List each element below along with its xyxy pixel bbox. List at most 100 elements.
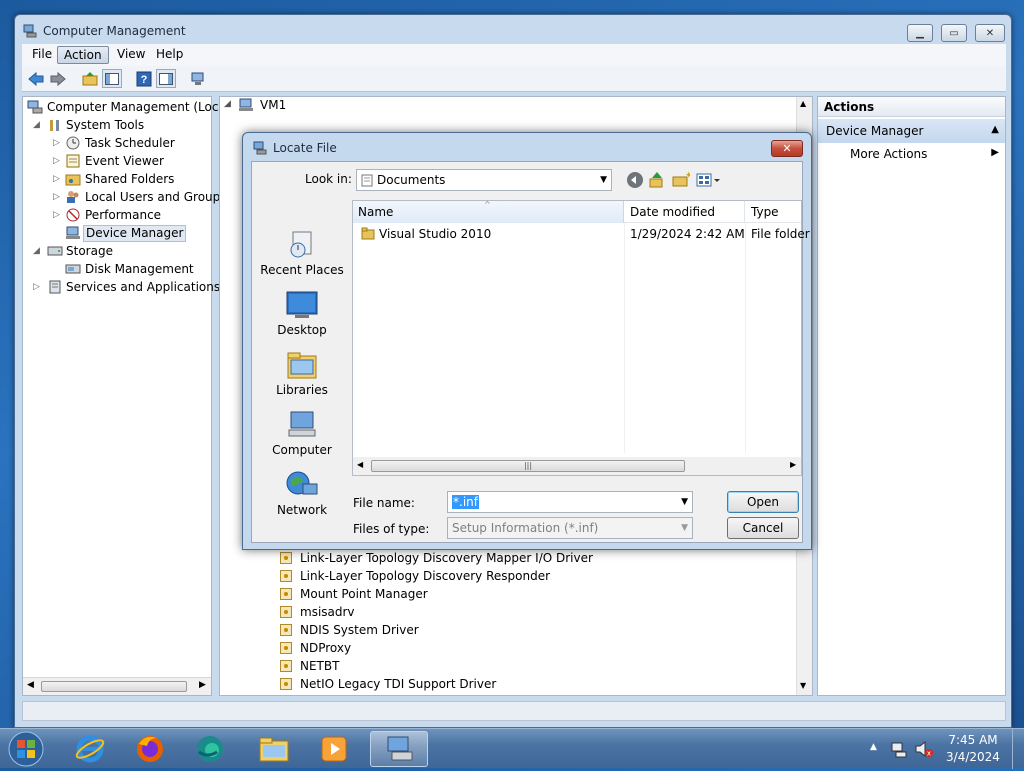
actions-header: Actions: [818, 97, 1005, 117]
dialog-close-button[interactable]: ✕: [771, 140, 803, 157]
tree-item-shared-folders[interactable]: ▷ Shared Folders: [23, 170, 211, 188]
taskbar-file-explorer[interactable]: [246, 731, 302, 767]
help-button[interactable]: ?: [134, 69, 154, 88]
menu-view[interactable]: View: [111, 46, 151, 64]
scroll-left-icon[interactable]: ◀: [27, 680, 34, 690]
taskbar-firefox[interactable]: [122, 731, 178, 767]
maximize-button[interactable]: ▭: [941, 24, 967, 42]
tree-item-task-scheduler[interactable]: ▷ Task Scheduler: [23, 134, 211, 152]
taskbar-computer-management[interactable]: [370, 731, 428, 767]
expand-arrow-icon[interactable]: ▷: [53, 152, 63, 170]
chevron-down-icon: ▼: [600, 175, 607, 185]
places-libraries[interactable]: Libraries: [254, 350, 350, 397]
scroll-left-icon[interactable]: ◀: [357, 460, 363, 469]
menu-file[interactable]: File: [26, 46, 58, 64]
taskbar-media-player[interactable]: [306, 731, 362, 767]
column-header-name[interactable]: Name ^: [353, 200, 624, 223]
show-hide-action-pane-button[interactable]: [156, 69, 176, 88]
svg-text:x: x: [927, 750, 931, 758]
open-button[interactable]: Open: [727, 491, 799, 513]
tree-item-system-tools[interactable]: ◢ System Tools: [23, 116, 211, 134]
users-icon: [65, 190, 81, 204]
file-date-cell: 1/29/2024 2:42 AM: [630, 227, 745, 241]
scroll-thumb[interactable]: [41, 681, 187, 692]
up-folder-button[interactable]: [80, 69, 100, 88]
collapse-arrow-icon[interactable]: ◢: [33, 116, 43, 134]
places-network[interactable]: Network: [254, 470, 350, 517]
windows-start-icon: [8, 731, 44, 767]
up-one-level-button[interactable]: [648, 171, 666, 189]
window-title: Computer Management: [43, 24, 186, 38]
minimize-icon: ▁: [916, 27, 924, 39]
files-of-type-label: Files of type:: [353, 522, 430, 536]
scroll-down-icon[interactable]: ▼: [800, 681, 806, 690]
show-hide-tree-button[interactable]: [102, 69, 122, 88]
column-header-date[interactable]: Date modified: [625, 201, 745, 223]
collapse-arrow-icon[interactable]: ◢: [33, 242, 43, 260]
back-nav-button[interactable]: [626, 171, 644, 189]
services-icon: [47, 280, 63, 294]
tree-label: Task Scheduler: [85, 136, 175, 150]
places-computer[interactable]: Computer: [254, 410, 350, 457]
tree-label: Event Viewer: [85, 154, 164, 168]
files-of-type-dropdown[interactable]: Setup Information (*.inf) ▼: [447, 517, 693, 539]
properties-button[interactable]: [188, 69, 208, 88]
places-recent[interactable]: Recent Places: [254, 230, 350, 277]
menu-action[interactable]: Action: [57, 46, 109, 64]
tree-item-performance[interactable]: ▷ Performance: [23, 206, 211, 224]
collapse-up-icon[interactable]: ▲: [991, 124, 999, 135]
view-menu-button[interactable]: [696, 171, 722, 189]
expand-arrow-icon[interactable]: ▷: [53, 188, 63, 206]
places-desktop[interactable]: Desktop: [254, 290, 350, 337]
file-name-label: File name:: [353, 496, 415, 510]
scroll-right-icon[interactable]: ▶: [790, 460, 796, 469]
libraries-icon: [285, 350, 319, 380]
collapse-arrow-icon[interactable]: ◢: [224, 99, 231, 109]
clock-time[interactable]: 7:45 AM: [946, 733, 1000, 747]
expand-arrow-icon[interactable]: ▷: [33, 278, 43, 296]
menu-help[interactable]: Help: [150, 46, 189, 64]
file-name-value: *.inf: [452, 495, 479, 509]
volume-muted-icon[interactable]: x: [914, 740, 934, 758]
network-tray-icon[interactable]: [890, 740, 908, 758]
scroll-right-icon[interactable]: ▶: [199, 680, 206, 690]
minimize-button[interactable]: ▁: [907, 24, 933, 42]
taskbar-internet-explorer[interactable]: [62, 731, 118, 767]
clock-date[interactable]: 3/4/2024: [946, 750, 1000, 764]
actions-section-device-manager[interactable]: Device Manager ▲: [818, 119, 1005, 143]
new-folder-button[interactable]: ✦: [672, 171, 693, 189]
actions-pane: Actions Device Manager ▲ More Actions ▶: [817, 96, 1006, 696]
tree-item-computer-management[interactable]: Computer Management (Local: [23, 98, 229, 116]
scroll-thumb[interactable]: |||: [371, 460, 685, 472]
taskbar-edge[interactable]: [182, 731, 238, 767]
chevron-down-icon[interactable]: ▼: [681, 492, 688, 512]
forward-arrow-icon: [50, 71, 66, 86]
tree-horizontal-scrollbar[interactable]: ◀ ▶: [23, 677, 211, 695]
tree-item-event-viewer[interactable]: ▷ Event Viewer: [23, 152, 211, 170]
file-list-horizontal-scrollbar[interactable]: ◀ ||| ▶: [353, 457, 801, 475]
more-actions-item[interactable]: More Actions ▶: [818, 145, 1005, 165]
tree-item-storage[interactable]: ◢ Storage: [23, 242, 211, 260]
back-button[interactable]: [26, 69, 46, 88]
scroll-up-icon[interactable]: ▲: [800, 99, 806, 108]
network-icon: [285, 470, 319, 500]
internet-explorer-icon: [75, 735, 105, 763]
close-window-button[interactable]: ✕: [975, 24, 1005, 42]
look-in-dropdown[interactable]: Documents ▼: [356, 169, 612, 191]
cancel-button[interactable]: Cancel: [727, 517, 799, 539]
tree-item-local-users[interactable]: ▷ Local Users and Groups: [23, 188, 227, 206]
expand-arrow-icon[interactable]: ▷: [53, 206, 63, 224]
expand-arrow-icon[interactable]: ▷: [53, 134, 63, 152]
forward-button[interactable]: [48, 69, 68, 88]
show-hidden-icons-button[interactable]: ▲: [870, 742, 877, 752]
tree-item-services-applications[interactable]: ▷ Services and Applications: [23, 278, 220, 296]
tree-item-device-manager[interactable]: Device Manager: [23, 224, 211, 242]
file-row[interactable]: Visual Studio 2010 1/29/2024 2:42 AM Fil…: [353, 225, 810, 243]
tree-item-disk-management[interactable]: Disk Management: [23, 260, 211, 278]
expand-arrow-icon[interactable]: ▷: [53, 170, 63, 188]
start-button[interactable]: [6, 730, 46, 768]
close-icon: ✕: [985, 27, 995, 39]
show-desktop-button[interactable]: [1012, 729, 1024, 769]
column-header-type[interactable]: Type: [746, 201, 802, 223]
file-name-input[interactable]: *.inf ▼: [447, 491, 693, 513]
